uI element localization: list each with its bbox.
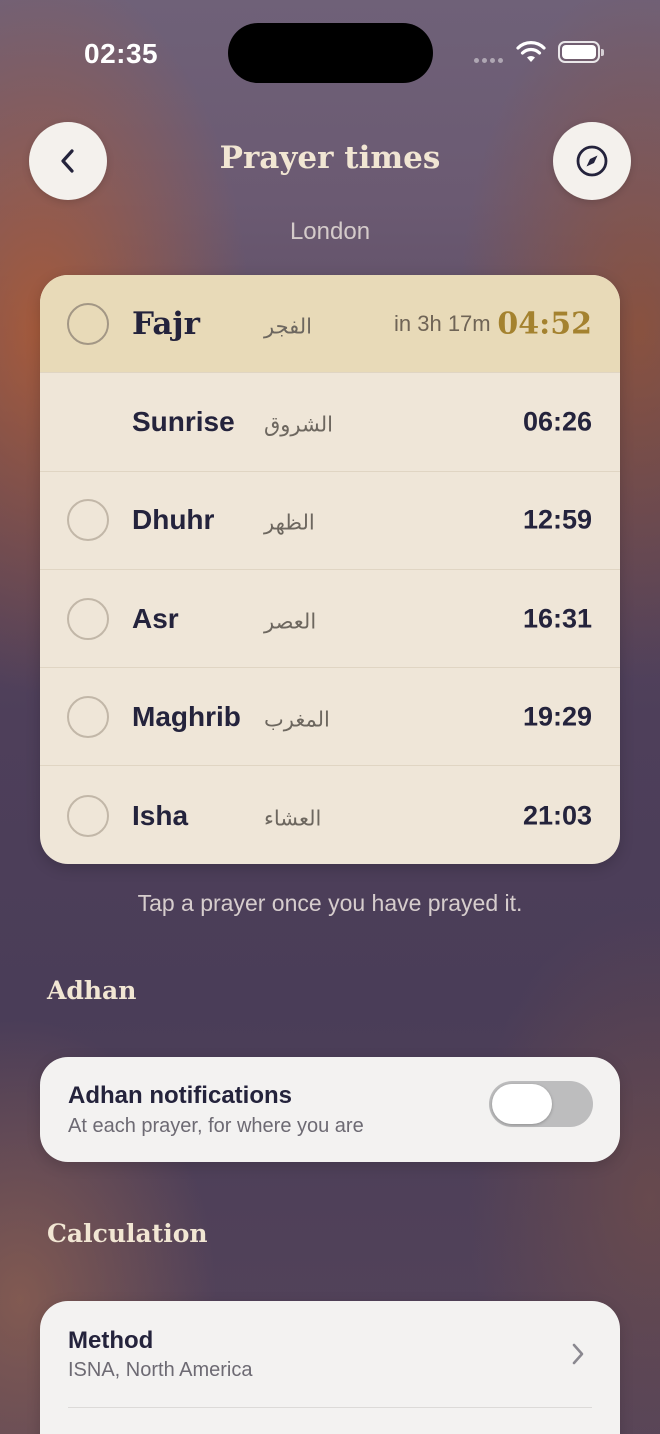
divider [68,1407,592,1408]
section-heading-calculation: Calculation [47,1219,208,1248]
prayer-arabic-name: الظهر [264,510,315,535]
prayer-name: Maghrib [132,700,241,732]
prayer-row-dhuhr[interactable]: Dhuhr الظهر 12:59 [40,472,620,570]
adhan-notifications-card: Adhan notifications At each prayer, for … [40,1057,620,1162]
adhan-notifications-toggle[interactable] [489,1081,593,1127]
prayer-arabic-name: الشروق [264,412,333,437]
cellular-signal-icon [474,58,503,63]
prayer-name: Asr [132,602,179,634]
method-row[interactable]: Method ISNA, North America [40,1301,620,1407]
prayed-checkbox[interactable] [67,499,109,542]
prayer-row-maghrib[interactable]: Maghrib المغرب 19:29 [40,668,620,767]
prayer-name: Isha [132,799,189,831]
prayer-time: 21:03 [522,800,592,831]
prayed-checkbox[interactable] [67,695,109,738]
toggle-knob [492,1084,552,1124]
prayer-row-sunrise: Sunrise الشروق 06:26 [40,373,620,472]
prayer-name: Fajr [132,305,200,342]
wifi-icon [516,41,546,62]
prayer-time: 04:52 [497,306,592,342]
chevron-right-icon [572,1343,584,1365]
prayer-row-asr[interactable]: Asr العصر 16:31 [40,570,620,669]
adhan-notifications-subtitle: At each prayer, for where you are [68,1115,364,1137]
section-heading-adhan: Adhan [47,976,137,1005]
adhan-notifications-title: Adhan notifications [68,1082,292,1109]
prayer-arabic-name: العصر [264,608,317,633]
prayer-row-fajr[interactable]: Fajr الفجر in 3h 17m 04:52 [40,275,620,374]
prayer-countdown: in 3h 17m [394,310,491,336]
prayer-arabic-name: الفجر [264,314,312,339]
location-label: London [289,218,371,245]
prayer-time: 06:26 [522,406,592,437]
prayer-times-list: Fajr الفجر in 3h 17m 04:52 Sunrise الشرو… [40,275,620,864]
prayer-arabic-name: العشاء [264,806,322,831]
prayed-checkbox[interactable] [67,794,109,837]
compass-icon [576,145,608,177]
prayed-checkbox[interactable] [67,302,109,345]
calculation-card: Method ISNA, North America [40,1301,620,1434]
method-title: Method [68,1327,154,1354]
prayer-name: Dhuhr [132,504,215,536]
hint-text: Tap a prayer once you have prayed it. [137,890,523,916]
prayed-checkbox[interactable] [67,597,109,640]
prayer-time: 12:59 [522,504,592,535]
status-time: 02:35 [84,38,159,69]
battery-icon [558,41,604,63]
status-bar: 02:35 [0,0,660,100]
prayer-name: Sunrise [132,405,235,437]
prayer-row-isha[interactable]: Isha العشاء 21:03 [40,766,620,864]
method-value: ISNA, North America [68,1359,253,1381]
prayer-time: 19:29 [522,701,592,732]
qibla-compass-button[interactable] [553,122,631,200]
prayer-arabic-name: المغرب [264,707,330,732]
dynamic-island [228,23,433,83]
prayer-time: 16:31 [522,603,592,634]
